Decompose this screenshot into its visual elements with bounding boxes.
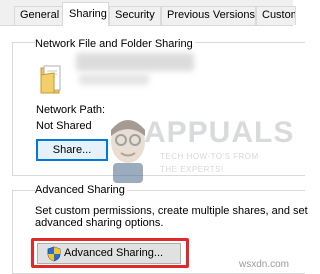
tab-customize[interactable]: Custom: [256, 6, 296, 25]
watermark-tagline-1: TECH HOW-TO'S FROM: [160, 152, 259, 161]
description-line-1: Set custom permissions, create multiple …: [35, 205, 308, 217]
tab-previous-versions[interactable]: Previous Versions: [161, 6, 256, 25]
advanced-sharing-title: Advanced Sharing: [35, 184, 127, 196]
network-sharing-title: Network File and Folder Sharing: [35, 38, 195, 50]
site-watermark: wsxdn.com: [238, 259, 289, 270]
redacted-folder-type: [79, 74, 149, 85]
tab-strip: General Sharing Security Previous Versio…: [0, 0, 296, 26]
watermark-tagline-2: THE EXPERTS!: [160, 165, 224, 174]
share-status: Not Shared: [36, 120, 92, 132]
tab-divider: [0, 25, 293, 26]
appuals-watermark: APPUALS TECH HOW-TO'S FROM THE EXPERTS!: [103, 108, 293, 198]
folder-icon: [40, 65, 61, 94]
watermark-brand: APPUALS: [144, 116, 295, 149]
tab-general[interactable]: General: [14, 6, 63, 25]
highlight-box: [31, 238, 189, 268]
description-line-2: advanced sharing options.: [35, 217, 164, 229]
tab-security[interactable]: Security: [109, 6, 161, 25]
advanced-sharing-description: Set custom permissions, create multiple …: [35, 205, 308, 229]
redacted-folder-name: [76, 53, 194, 71]
share-button[interactable]: Share...: [36, 139, 108, 161]
tab-sharing[interactable]: Sharing: [62, 2, 109, 26]
network-path-label: Network Path:: [36, 104, 106, 116]
